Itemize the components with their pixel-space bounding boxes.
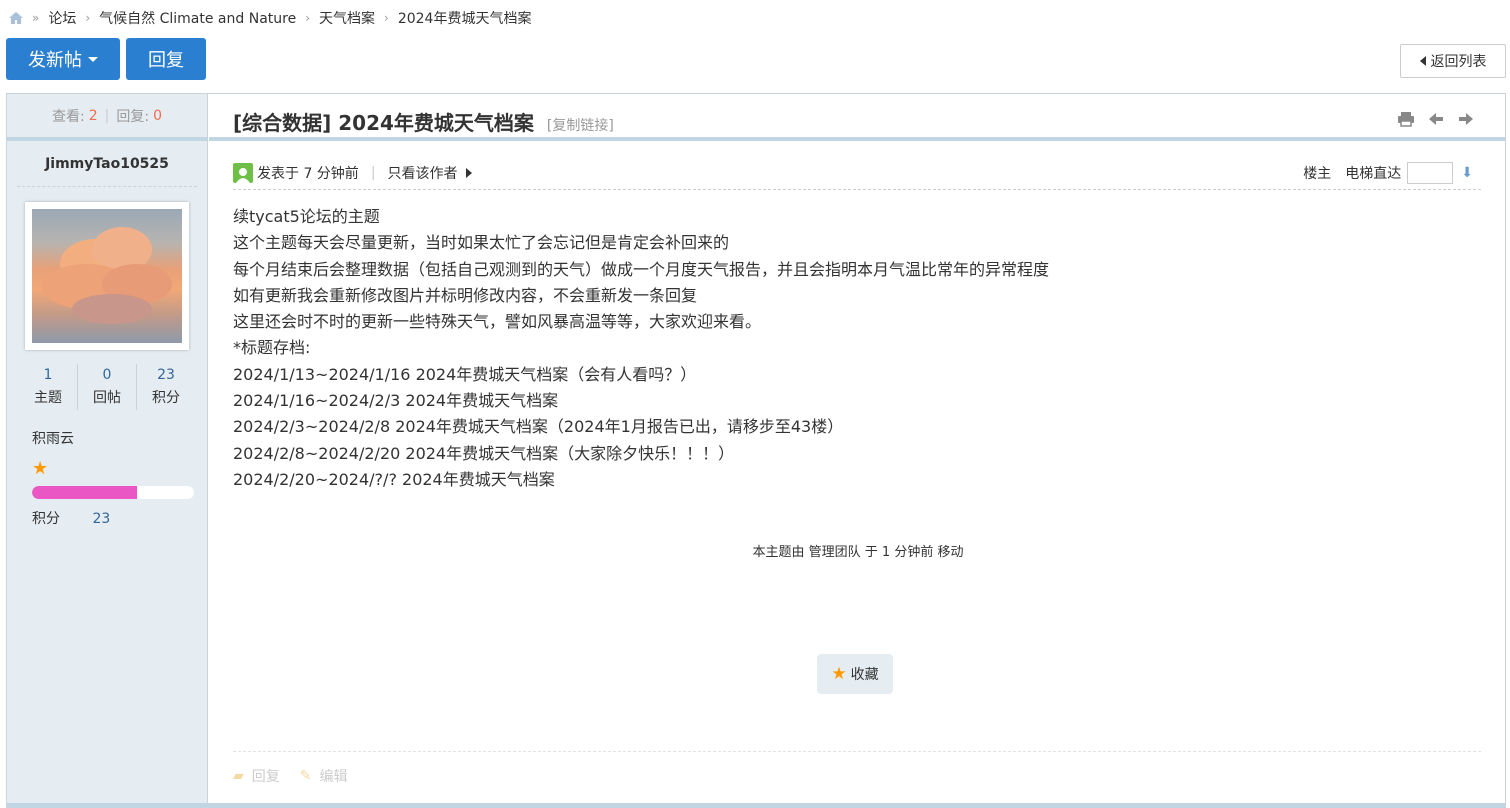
avatar[interactable] bbox=[25, 202, 189, 350]
thread-stats: 查看: 2 | 回复: 0 bbox=[7, 94, 207, 141]
jump-arrow-icon[interactable]: ⬇ bbox=[1461, 165, 1473, 181]
thread-header: [综合数据] 2024年费城天气档案 [复制链接] bbox=[209, 94, 1505, 141]
level-progress-fill bbox=[32, 486, 138, 499]
user-group[interactable]: 积雨云 bbox=[32, 428, 74, 448]
thread-tools bbox=[1397, 110, 1475, 128]
star-icon: ★ bbox=[32, 458, 49, 479]
views-count: 2 bbox=[88, 107, 98, 124]
post-body: 续tycat5论坛的主题 这个主题每天会尽量更新，当时如果太忙了会忘记但是肯定会… bbox=[233, 204, 1049, 493]
reply-button[interactable]: 回复 bbox=[126, 38, 206, 80]
bottom-divider bbox=[7, 803, 1505, 808]
points-value: 23 bbox=[92, 511, 111, 527]
level-progress-bar bbox=[32, 486, 194, 499]
avatar-image bbox=[32, 209, 182, 343]
floor-label[interactable]: 楼主 bbox=[1303, 163, 1331, 183]
post-line: 如有更新我会重新修改图片并标明修改内容，不会重新发一条回复 bbox=[233, 285, 698, 305]
jump-label: 电梯直达 bbox=[1345, 166, 1402, 182]
post-line: 这里还会时不时的更新一些特殊天气，譬如风暴高温等等，大家欢迎来看。 bbox=[233, 312, 762, 332]
breadcrumb-item-thread[interactable]: 2024年费城天气档案 bbox=[398, 8, 532, 28]
only-author-link[interactable]: 只看该作者 bbox=[388, 163, 472, 183]
author-sidebar: 查看: 2 | 回复: 0 JimmyTao10525 1 主题 0 回帖 23… bbox=[7, 94, 208, 808]
moved-notice: 本主题由 管理团队 于 1 分钟前 移动 bbox=[752, 545, 964, 560]
replies-label: 回复: bbox=[116, 108, 150, 125]
post-line: *标题存档: bbox=[233, 338, 311, 358]
thread-title-text: 2024年费城天气档案 bbox=[338, 111, 534, 135]
post-line: 2024/1/16~2024/2/3 2024年费城天气档案 bbox=[233, 391, 559, 411]
post-meta: 发表于 7 分钟前 | 只看该作者 楼主 电梯直达 ⬇ bbox=[233, 156, 1481, 190]
post-edit-button[interactable]: ✎ 编辑 bbox=[300, 766, 348, 786]
home-icon[interactable] bbox=[8, 10, 24, 26]
breadcrumb-arrow: › bbox=[305, 11, 311, 25]
author-name[interactable]: JimmyTao10525 bbox=[17, 141, 197, 187]
author-stats: 1 主题 0 回帖 23 积分 bbox=[19, 364, 195, 410]
stat-posts[interactable]: 0 回帖 bbox=[78, 364, 137, 410]
print-icon[interactable] bbox=[1397, 110, 1415, 128]
favorite-button[interactable]: ★ 收藏 bbox=[817, 654, 893, 694]
breadcrumb-item-forum[interactable]: 论坛 bbox=[48, 8, 76, 28]
breadcrumb-item-weather-archive[interactable]: 天气档案 bbox=[319, 8, 375, 28]
breadcrumb-separator: » bbox=[32, 11, 40, 25]
back-label: 返回列表 bbox=[1430, 54, 1487, 70]
divider: | bbox=[104, 107, 110, 124]
next-thread-icon[interactable] bbox=[1457, 110, 1475, 128]
reply-label: 回复 bbox=[148, 50, 184, 71]
post-line: 2024/1/13~2024/1/16 2024年费城天气档案（会有人看吗？） bbox=[233, 364, 697, 384]
divider: | bbox=[370, 164, 376, 181]
caret-left-icon bbox=[1419, 56, 1426, 66]
views-label: 查看: bbox=[52, 108, 85, 125]
new-post-label: 发新帖 bbox=[28, 50, 82, 71]
thread-title: [综合数据] 2024年费城天气档案 [复制链接] bbox=[233, 107, 614, 136]
copy-link[interactable]: [复制链接] bbox=[547, 118, 614, 134]
pencil-icon: ✎ bbox=[299, 767, 312, 784]
posted-time: 发表于 7 分钟前 bbox=[257, 165, 359, 182]
post-frame: 查看: 2 | 回复: 0 JimmyTao10525 1 主题 0 回帖 23… bbox=[6, 93, 1506, 808]
post-line: 续tycat5论坛的主题 bbox=[233, 207, 380, 226]
post-line: 这个主题每天会尽量更新，当时如果太忙了会忘记但是肯定会补回来的 bbox=[233, 233, 730, 253]
caret-right-icon bbox=[465, 167, 472, 178]
post-line: 2024/2/8~2024/2/20 2024年费城天气档案（大家除夕快乐！！！… bbox=[233, 443, 735, 463]
post-line: 每个月结束后会整理数据（包括自己观测到的天气）做成一个月度天气报告，并且会指明本… bbox=[233, 259, 1050, 279]
points-row: 积分 23 bbox=[32, 508, 110, 528]
floor-tools: 楼主 电梯直达 ⬇ bbox=[1303, 162, 1473, 184]
post-actions: ▰ 回复 ✎ 编辑 bbox=[233, 751, 1481, 799]
post-reply-button[interactable]: ▰ 回复 bbox=[233, 766, 280, 786]
breadcrumb-arrow: › bbox=[384, 11, 389, 25]
stat-topics[interactable]: 1 主题 bbox=[19, 364, 78, 410]
post-line: 2024/2/3~2024/2/8 2024年费城天气档案（2024年1月报告已… bbox=[233, 417, 844, 437]
stat-points[interactable]: 23 积分 bbox=[137, 364, 195, 410]
favorite-label: 收藏 bbox=[850, 667, 879, 683]
breadcrumb: » 论坛 › 气候自然 Climate and Nature › 天气档案 › … bbox=[8, 8, 531, 28]
replies-count: 0 bbox=[153, 107, 162, 124]
thread-category[interactable]: [综合数据] bbox=[233, 111, 331, 135]
back-to-list-button[interactable]: 返回列表 bbox=[1400, 44, 1506, 78]
jump-floor-input[interactable] bbox=[1407, 162, 1454, 184]
comment-icon: ▰ bbox=[233, 767, 244, 784]
post-line: 2024/2/20~2024/?/? 2024年费城天气档案 bbox=[233, 469, 555, 489]
breadcrumb-arrow: › bbox=[85, 11, 91, 25]
caret-down-icon bbox=[88, 56, 98, 62]
online-user-icon bbox=[233, 162, 253, 183]
post-content-area: [综合数据] 2024年费城天气档案 [复制链接] 发表于 7 分钟前 | 只看… bbox=[209, 94, 1505, 808]
star-icon: ★ bbox=[831, 664, 847, 684]
new-post-button[interactable]: 发新帖 bbox=[6, 38, 120, 80]
previous-thread-icon[interactable] bbox=[1427, 110, 1445, 128]
points-label: 积分 bbox=[32, 511, 60, 527]
breadcrumb-item-climate[interactable]: 气候自然 Climate and Nature bbox=[99, 8, 296, 28]
